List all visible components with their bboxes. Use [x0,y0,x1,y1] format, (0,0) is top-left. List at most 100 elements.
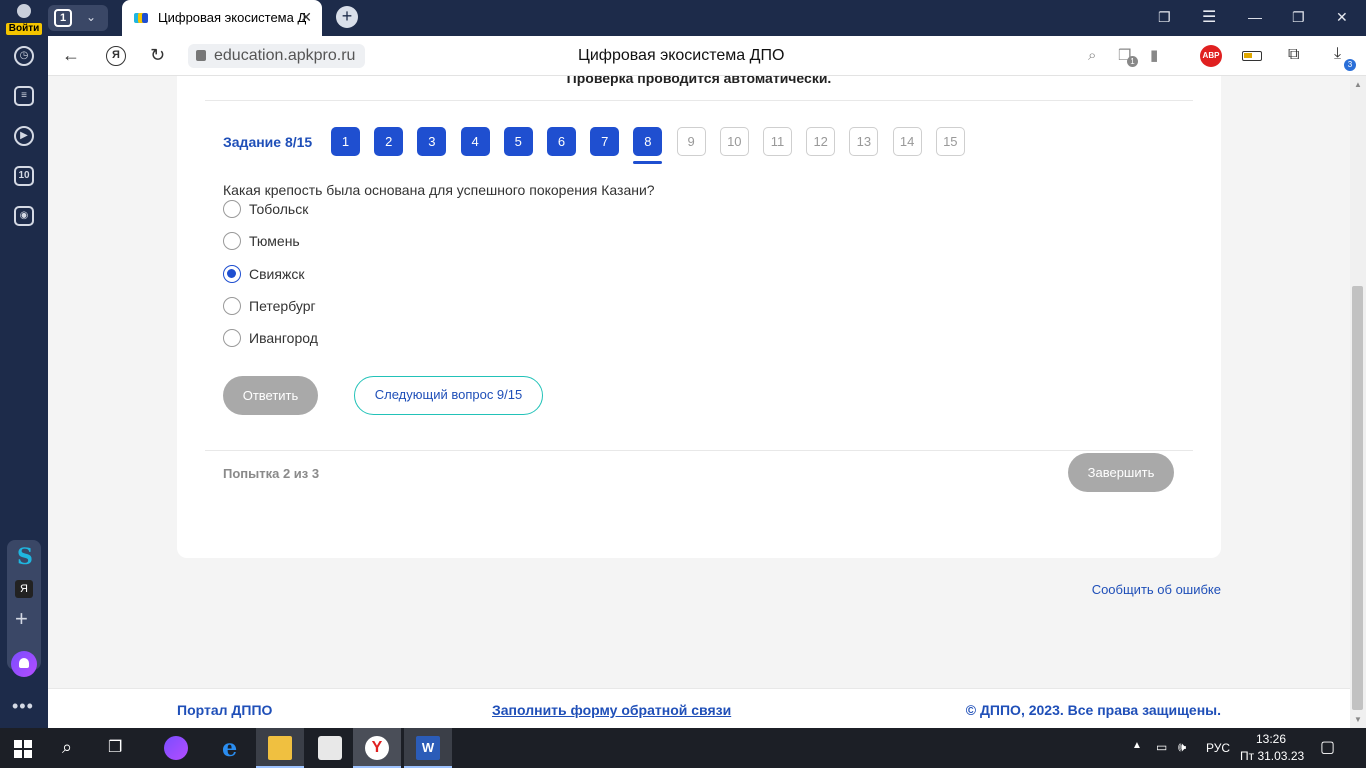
battery-saver-icon[interactable] [1242,51,1262,61]
chevron-down-icon: ⌄ [86,10,97,24]
notifications-icon[interactable]: ▢ [1320,737,1335,757]
test-card: Проверка проводится автоматически. Задан… [177,76,1221,558]
radio-button[interactable] [223,329,241,348]
next-question-button[interactable]: Следующий вопрос 9/15 [354,376,543,415]
scroll-thumb[interactable] [1352,286,1363,710]
language-indicator[interactable]: РУС [1206,741,1230,755]
bookmark-icon[interactable]: ▮ [1150,46,1158,64]
windows-taskbar: ⌕ ❐ e Y W ▲ ▭ 🕪 РУС 13:26 Пт 31.03.23 ▢ [0,728,1366,768]
tabs-badge: 1 [1127,56,1138,67]
tab-count: 1 [54,9,72,27]
answer-button[interactable]: Ответить [223,376,318,415]
url-field[interactable]: education.apkpro.ru [188,44,366,68]
radio-button[interactable] [223,264,241,283]
task-counter: Задание 8/15 [223,134,313,150]
site-favicon-icon [134,13,148,23]
question-nav-button[interactable]: 8 [633,127,663,164]
question-nav-button[interactable]: 7 [590,127,620,156]
footer: Портал ДППО Заполнить форму обратной свя… [48,688,1350,728]
question-nav-button[interactable]: 12 [806,127,836,156]
address-bar: ← Я ↻ education.apkpro.ru Цифровая экоси… [48,36,1366,76]
radio-button[interactable] [223,232,241,251]
finish-button[interactable]: Завершить [1068,453,1174,492]
search-icon[interactable]: ⌕ [1088,47,1096,64]
question-nav-button[interactable]: 1 [331,127,360,156]
question-nav-button[interactable]: 14 [892,127,922,156]
alice-assistant-icon[interactable] [11,651,37,677]
collections-sidebar-icon[interactable]: ≡ [14,86,34,106]
question-nav-button[interactable]: 9 [676,127,706,156]
yandex-browser-taskbar-item[interactable]: Y [353,728,401,768]
battery-icon[interactable]: ▭ [1156,740,1167,754]
ya-app-icon[interactable]: Я [15,580,33,598]
extensions-icon[interactable]: ⧉ [1288,46,1299,64]
store-icon[interactable] [318,736,342,760]
chevron-up-icon[interactable]: ▲ [1132,740,1142,751]
browser-tab-active[interactable]: Цифровая экосистема ДПО ✕ [122,0,322,36]
tab-close-icon[interactable]: ✕ [300,9,312,26]
reload-icon[interactable]: ↻ [150,45,165,66]
question-nav-button[interactable]: 3 [417,127,447,156]
scroll-down-icon[interactable]: ▼ [1354,715,1362,724]
profile-button[interactable]: Войти [4,2,44,35]
history-icon[interactable]: ◷ [14,46,34,66]
back-arrow-icon[interactable]: ← [62,45,80,66]
question-nav-button[interactable]: 6 [547,127,576,156]
alice-taskbar-icon[interactable] [164,736,188,760]
s-app-icon[interactable]: S [17,544,33,570]
browser-tab-strip: Войти 1 ⌄ Цифровая экосистема ДПО ✕ + ❐ … [0,0,1366,36]
page-viewport: Проверка проводится автоматически. Задан… [48,76,1350,728]
explorer-taskbar-item[interactable] [256,728,304,768]
page-scrollbar[interactable]: ▲ ▼ [1350,76,1366,728]
search-taskbar-icon[interactable]: ⌕ [62,737,72,758]
camera-icon[interactable]: ◉ [14,206,34,226]
new-tab-button[interactable]: + [336,6,358,28]
copyright-text: © ДППО, 2023. Все права защищены. [965,702,1221,718]
yandex-icon[interactable]: Я [106,46,126,66]
volume-icon[interactable]: 🕪 [1178,739,1186,755]
more-icon[interactable]: ••• [12,696,34,717]
adblock-icon[interactable]: ABP [1200,45,1222,67]
radio-button[interactable] [223,296,241,315]
question-nav-button[interactable]: 10 [719,127,749,156]
question-nav-button[interactable]: 5 [503,127,533,156]
browser-sidebar: ◷ ≡ ▶ 10 ◉ S Я + ••• [0,36,48,728]
report-error-link[interactable]: Сообщить об ошибке [1092,582,1221,597]
add-app-icon[interactable]: + [15,606,28,632]
scroll-up-icon[interactable]: ▲ [1354,80,1362,89]
lock-icon [196,50,206,61]
page-title: Цифровая экосистема ДПО [578,47,785,64]
user-avatar-icon [17,4,31,18]
question-nav-button[interactable]: 4 [460,127,490,156]
menu-icon[interactable]: ☰ [1202,7,1216,27]
divider [205,450,1193,451]
play-icon[interactable]: ▶ [14,126,34,146]
windows-start-icon[interactable] [14,740,32,758]
clock-date[interactable]: Пт 31.03.23 [1240,749,1304,763]
question-nav-button[interactable]: 13 [849,127,879,156]
counter-icon[interactable]: 10 [14,166,34,186]
question-text: Какая крепость была основана для успешно… [223,182,655,198]
portal-link[interactable]: Портал ДППО [177,702,272,718]
download-icon[interactable]: ⤓ [1334,45,1341,63]
edge-icon[interactable]: e [222,733,237,762]
question-nav-button[interactable]: 11 [763,127,792,156]
clock-time[interactable]: 13:26 [1256,732,1286,746]
word-icon: W [416,736,440,760]
question-nav-button[interactable]: 2 [374,127,404,156]
minimize-icon[interactable]: — [1248,9,1262,25]
tab-switcher-button[interactable]: 1 ⌄ [48,5,108,31]
login-label: Войти [5,23,43,35]
option-label: Тобольск [249,201,309,217]
radio-button[interactable] [223,200,241,218]
option-label: Свияжск [249,265,305,282]
url-text: education.apkpro.ru [214,47,356,64]
word-taskbar-item[interactable]: W [404,728,452,768]
question-nav-button[interactable]: 15 [935,127,965,156]
window-close-icon[interactable]: ✕ [1336,9,1348,26]
restore-icon[interactable]: ❐ [1292,9,1305,26]
option-label: Тюмень [249,233,300,250]
collections-icon[interactable]: ❐ [1158,9,1171,26]
feedback-form-link[interactable]: Заполнить форму обратной связи [492,702,731,718]
task-view-icon[interactable]: ❐ [108,737,122,757]
